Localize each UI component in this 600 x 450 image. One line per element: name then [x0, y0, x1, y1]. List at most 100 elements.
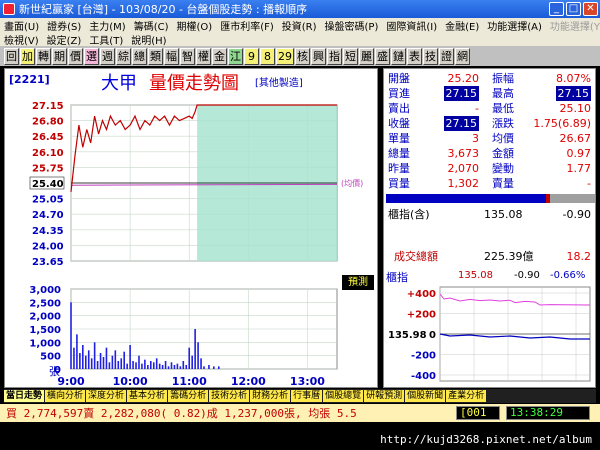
- menu-item[interactable]: 金融(E): [441, 18, 483, 33]
- quote-value: 2,070: [447, 162, 480, 175]
- analysis-tab[interactable]: 產業分析: [446, 390, 487, 402]
- toolbar-button[interactable]: 週: [100, 47, 115, 65]
- stock-name: 大甲: [101, 73, 137, 94]
- quote-row: 買進 27.15 最高 27.15: [384, 86, 597, 101]
- toolbar-button[interactable]: 短: [343, 47, 358, 65]
- analysis-tab[interactable]: 技術分析: [209, 390, 250, 402]
- volume-tick-label: 3,000: [29, 285, 61, 296]
- menu-item[interactable]: 籌碼(C): [130, 18, 173, 33]
- toolbar-button[interactable]: 麗: [359, 47, 374, 65]
- price-tick-label: 26.45: [32, 132, 64, 143]
- intraday-chart-panel: 27.15 26.80 26.45 26.10 25.75 25.40 25.05 24.70…: [4, 68, 378, 388]
- quote-value: 25.10: [559, 102, 592, 115]
- index-change: -0.90: [562, 208, 591, 221]
- quote-label: 總量: [388, 147, 410, 160]
- analysis-tab[interactable]: 個股新聞: [405, 390, 446, 402]
- toolbar-button[interactable]: 類: [148, 47, 163, 65]
- quote-panel: 開盤 25.20 振幅 8.07% 買進 27.15 最高 27.15 賣出 - 最低 25.10 收盤…: [383, 68, 596, 388]
- price-tick-label: 23.65: [32, 257, 64, 268]
- toolbar-button[interactable]: 鏈: [391, 47, 406, 65]
- quote-value: 27.15: [443, 116, 479, 131]
- analysis-tab[interactable]: 基本分析: [127, 390, 168, 402]
- status-bar: 買 2,774,597賣 2,282,080( 0.82)成 1,237,000…: [0, 404, 600, 422]
- quote-label: 金額: [492, 147, 514, 160]
- volume-unit-label: 張: [49, 365, 60, 378]
- quote-value: -: [475, 102, 479, 115]
- turnover-label: 成交總額: [394, 250, 438, 263]
- minimize-button[interactable]: _: [549, 2, 564, 16]
- toolbar-button[interactable]: 盛: [375, 47, 390, 65]
- toolbar-button[interactable]: 技: [423, 47, 438, 65]
- menu-item[interactable]: 匯市利率(F): [216, 18, 278, 33]
- toolbar-button[interactable]: 網: [455, 47, 470, 65]
- price-volume-chart: 27.15 26.80 26.45 26.10 25.75 25.40 25.05 24.70…: [29, 101, 363, 388]
- clock: 13:38:29: [506, 406, 590, 420]
- toolbar-button[interactable]: 總: [132, 47, 147, 65]
- analysis-tab[interactable]: 籌碼分析: [168, 390, 209, 402]
- menu-item[interactable]: 檢視(V): [0, 32, 43, 47]
- turnover-value: 225.39億: [484, 250, 534, 263]
- menu-item[interactable]: 畫面(U): [0, 18, 43, 33]
- menu-item[interactable]: 主力(M): [85, 18, 129, 33]
- toolbar-button[interactable]: 核: [295, 47, 310, 65]
- toolbar-button[interactable]: 表: [407, 47, 422, 65]
- bid-ask-bar: [386, 194, 595, 203]
- toolbar-button[interactable]: 價: [68, 47, 83, 65]
- analysis-tab[interactable]: 橫向分析: [45, 390, 86, 402]
- toolbar-button[interactable]: 智: [180, 47, 195, 65]
- quote-label: 均價: [492, 132, 514, 145]
- price-tick-label: 25.05: [32, 195, 64, 206]
- menu-item[interactable]: 說明(H): [127, 32, 170, 47]
- toolbar-button[interactable]: 幅: [164, 47, 179, 65]
- analysis-tab[interactable]: 行事曆: [291, 390, 323, 402]
- toolbar-button[interactable]: 綜: [116, 47, 131, 65]
- toolbar-button[interactable]: 江: [228, 47, 243, 65]
- toolbar-button[interactable]: 指: [327, 47, 342, 65]
- toolbar-button[interactable]: 加: [20, 47, 35, 65]
- toolbar-button[interactable]: 權: [196, 47, 211, 65]
- quote-row: 收盤 27.15 漲跌 1.75(6.89): [384, 116, 597, 131]
- predict-button[interactable]: 預測: [342, 275, 374, 290]
- mini-tick-label: +200: [407, 310, 436, 321]
- volume-tick-label: 2,000: [29, 312, 61, 323]
- toolbar-button[interactable]: 9: [244, 47, 259, 65]
- menu-item[interactable]: 工具(T): [85, 32, 127, 47]
- menu-item[interactable]: 功能選擇(A): [483, 18, 546, 33]
- menu-item[interactable]: 投資(R): [278, 18, 321, 33]
- quote-value: 26.67: [559, 132, 592, 145]
- quote-label: 賣量: [492, 177, 514, 190]
- quote-label: 最低: [492, 102, 514, 115]
- menu-item[interactable]: 操盤密碼(P): [321, 18, 383, 33]
- toolbar-button[interactable]: 29: [276, 47, 294, 65]
- analysis-tab[interactable]: 財務分析: [250, 390, 291, 402]
- menu-item[interactable]: 設定(Z): [43, 32, 86, 47]
- index-mini-chart: +400 +200 0 -200 -400 135.98: [388, 286, 591, 382]
- toolbar-button[interactable]: 期: [52, 47, 67, 65]
- toolbar-button[interactable]: 證: [439, 47, 454, 65]
- toolbar-button[interactable]: 轉: [36, 47, 51, 65]
- price-tick-label: 26.10: [32, 148, 64, 159]
- toolbar-button[interactable]: 金: [212, 47, 227, 65]
- analysis-tab[interactable]: 當日走勢: [4, 390, 45, 402]
- close-button[interactable]: ✕: [583, 2, 598, 16]
- menu-item[interactable]: 國際資訊(I): [382, 18, 441, 33]
- time-tick-label: 12:00: [231, 375, 266, 388]
- toolbar-button[interactable]: 8: [260, 47, 275, 65]
- analysis-tab[interactable]: 個股總覽: [323, 390, 364, 402]
- analysis-tab[interactable]: 研報預測: [364, 390, 405, 402]
- menu-item[interactable]: 期權(O): [173, 18, 217, 33]
- turnover-extra: 18.2: [566, 250, 592, 263]
- quote-value: 8.07%: [556, 72, 591, 85]
- toolbar-button[interactable]: 回: [4, 47, 19, 65]
- menu-bar-secondary: 檢視(V) 設定(Z) 工具(T) 說明(H): [0, 32, 600, 47]
- quote-label: 買量: [388, 177, 410, 190]
- menu-item[interactable]: 證券(S): [43, 18, 85, 33]
- volume-tick-label: 1,500: [29, 325, 61, 336]
- analysis-tab[interactable]: 深度分析: [86, 390, 127, 402]
- quote-row: 總量 3,673 金額 0.97: [384, 146, 597, 161]
- mini-tick-label: 0: [429, 330, 436, 341]
- toolbar-button[interactable]: 選: [84, 47, 99, 65]
- toolbar-button[interactable]: 興: [311, 47, 326, 65]
- command-input[interactable]: [001: [456, 406, 500, 420]
- maximize-button[interactable]: □: [566, 2, 581, 16]
